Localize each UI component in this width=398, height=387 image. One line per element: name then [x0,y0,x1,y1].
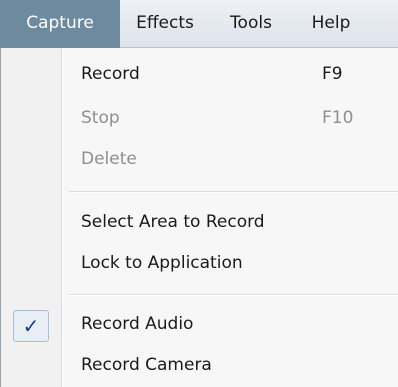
menu-item-lock-to-application[interactable]: Lock to Application [1,243,398,283]
menu-help[interactable]: Help [300,0,362,48]
menu-item-record-audio[interactable]: ✓ Record Audio [1,304,398,344]
menu-capture[interactable]: Capture [0,0,120,48]
menu-bar: Capture Effects Tools Help [0,0,398,48]
menu-tools[interactable]: Tools [218,0,284,48]
menu-item-label: Lock to Application [81,253,243,273]
menu-item-label: Stop [81,108,120,128]
menu-item-label: Select Area to Record [81,212,265,232]
menu-item-select-area-to-record[interactable]: Select Area to Record [1,202,398,242]
menu-item-label: Record [81,64,140,84]
checkmark-icon: ✓ [13,310,49,342]
menu-item-label: Delete [81,149,137,169]
menu-item-shortcut: F9 [322,64,343,84]
menu-effects[interactable]: Effects [124,0,206,48]
menu-item-shortcut: F10 [322,108,354,128]
menu-item-record-camera[interactable]: Record Camera [1,345,398,385]
capture-dropdown-menu: Record F9 Stop F10 Delete Select Area to… [0,48,398,387]
menu-item-label: Record Camera [81,355,212,375]
menu-separator [69,191,398,193]
menu-item-record[interactable]: Record F9 [1,54,398,94]
menu-item-label: Record Audio [81,314,194,334]
menu-separator [69,294,398,296]
menu-item-stop: Stop F10 [1,98,398,138]
menu-item-delete: Delete [1,139,398,179]
